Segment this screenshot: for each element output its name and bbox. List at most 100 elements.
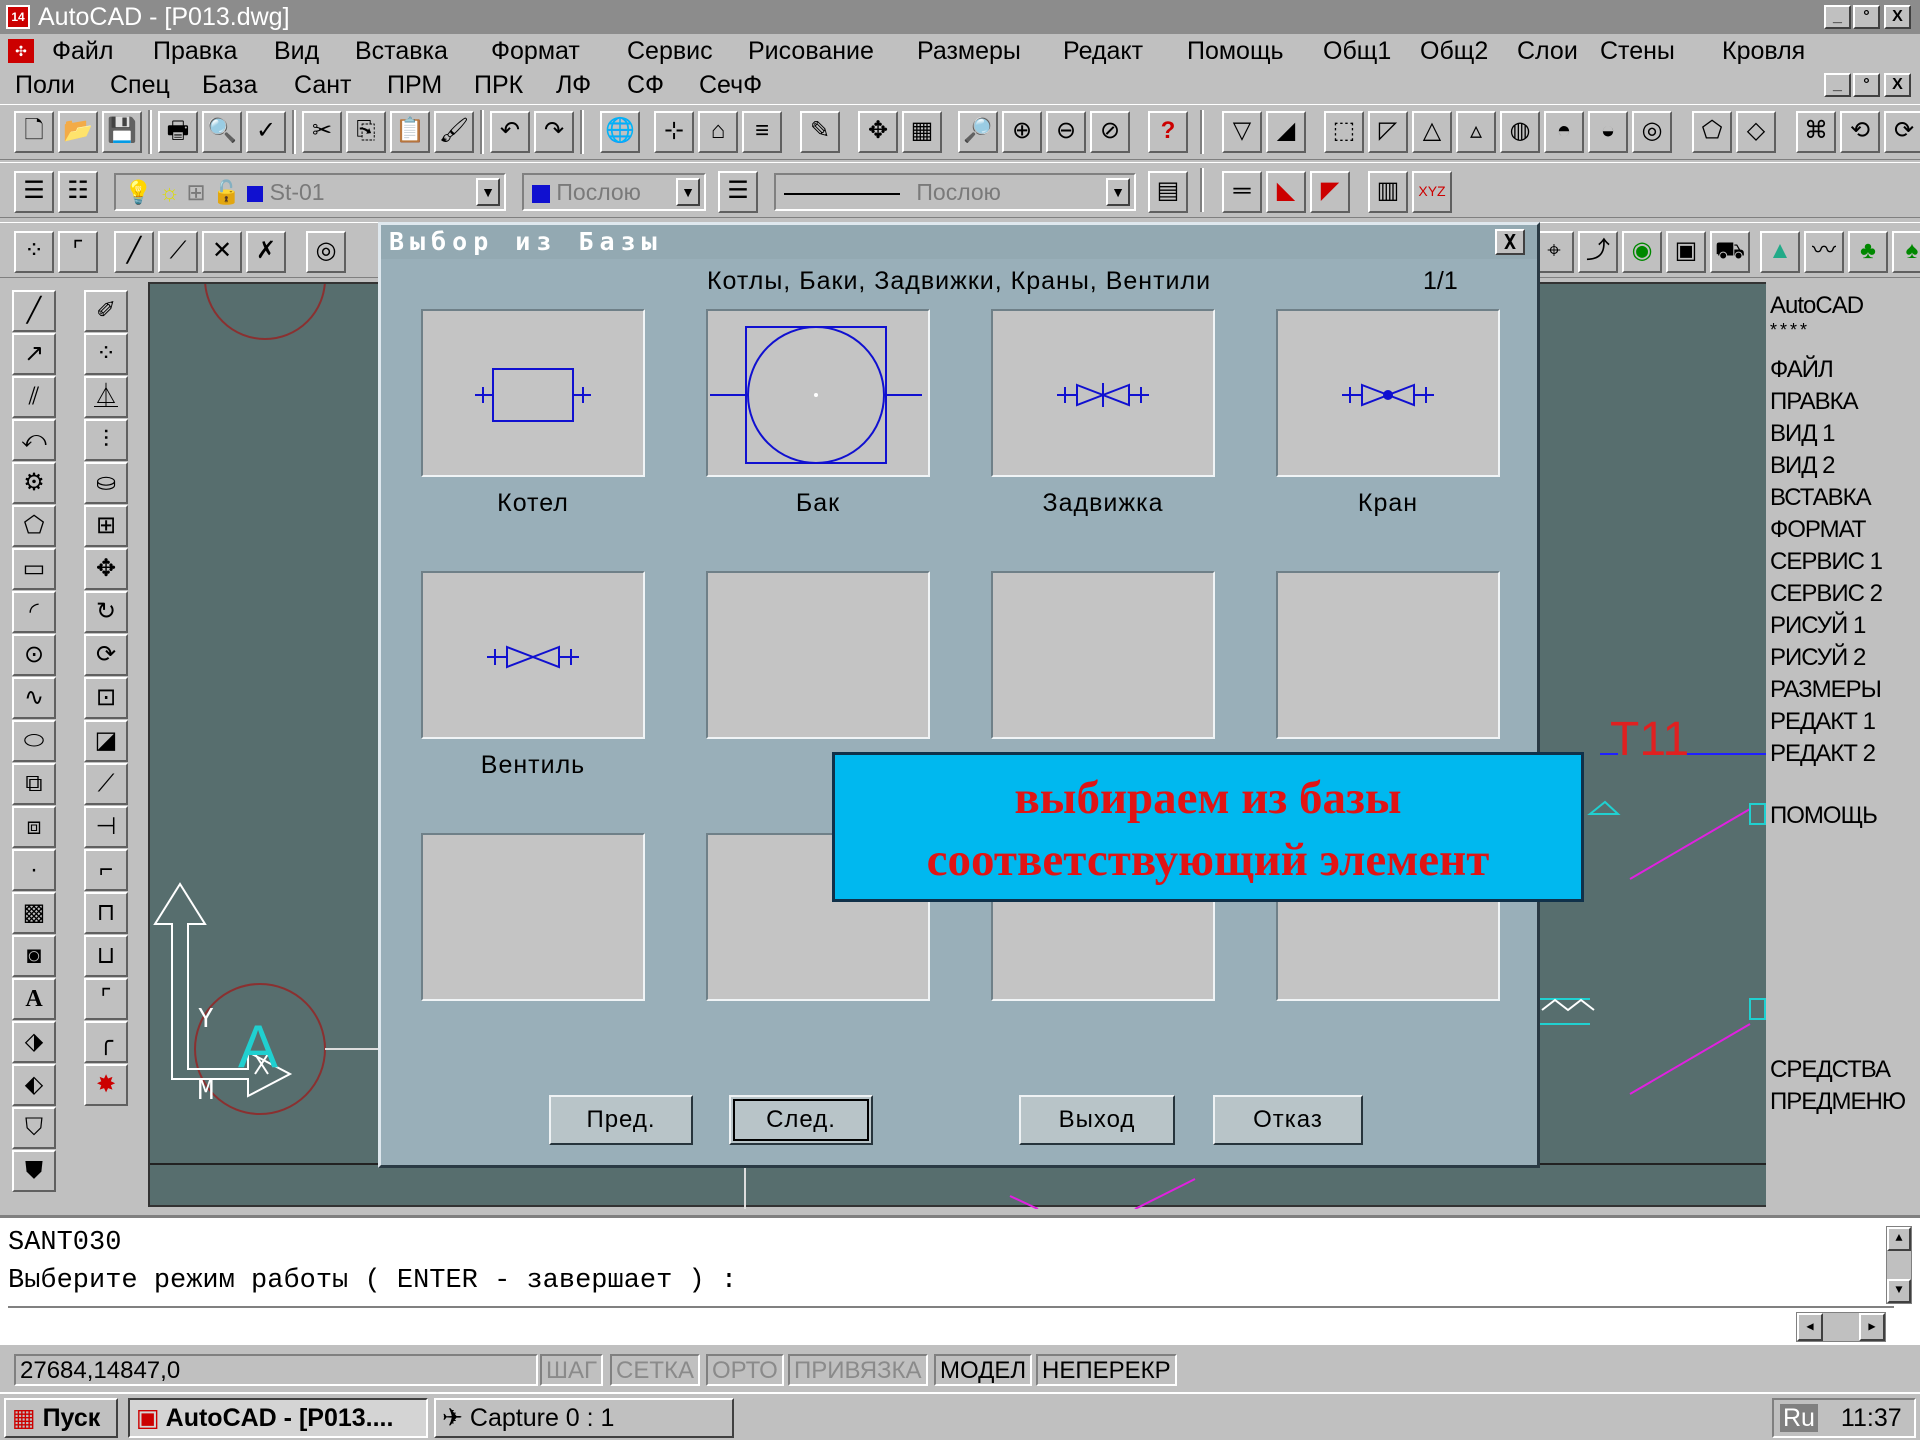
launch-browser-icon[interactable]: 🌐 <box>600 111 640 153</box>
scroll-right-icon[interactable]: ▶ <box>1859 1313 1885 1341</box>
wedge-icon[interactable]: ◸ <box>1368 111 1408 153</box>
scroll-up-icon[interactable]: ▲ <box>1887 1227 1911 1251</box>
screen-menu-item[interactable]: ВИД 1 <box>1770 420 1836 448</box>
menu-roof[interactable]: Кровля <box>1722 34 1805 68</box>
screen-menu-item[interactable]: ФОРМАТ <box>1770 516 1866 544</box>
torus-icon[interactable]: ◎ <box>1632 111 1672 153</box>
snap-tool-d-icon[interactable]: ▣ <box>1666 231 1706 273</box>
linetype-icon[interactable]: ☰ <box>718 171 758 213</box>
apparent-intersection-icon[interactable]: ✗ <box>246 231 286 273</box>
screen-menu-item[interactable]: ВСТАВКА <box>1770 484 1872 512</box>
zoom-previous-icon[interactable]: ⊖ <box>1046 111 1086 153</box>
tree-icon[interactable]: ♣ <box>1848 231 1888 273</box>
ucs-icon[interactable]: ⌂ <box>698 111 738 153</box>
3d-polyline-icon[interactable]: ⚙ <box>12 462 56 504</box>
lengthen-icon[interactable]: ◪ <box>84 720 128 762</box>
arc-icon[interactable]: ◜ <box>12 591 56 633</box>
tile-tank[interactable] <box>706 309 930 477</box>
screen-menu-item[interactable]: РИСУЙ 2 <box>1770 644 1866 672</box>
menu-walls[interactable]: Стены <box>1600 34 1675 68</box>
next-button[interactable]: След. <box>729 1095 873 1145</box>
render-icon[interactable]: ▽ <box>1222 111 1262 153</box>
print-icon[interactable]: 🖶 <box>158 111 198 153</box>
taskbar-autocad[interactable]: ▣ AutoCAD - [P013.... <box>128 1398 428 1438</box>
tracking-icon[interactable]: ⁘ <box>14 231 54 273</box>
menu-draw[interactable]: Рисование <box>748 34 874 68</box>
doc-minimize-button[interactable]: _ <box>1824 73 1851 97</box>
command-line[interactable]: SANT030 Выберите режим работы ( ENTER - … <box>0 1215 1920 1345</box>
cone-icon[interactable]: ▵ <box>1456 111 1496 153</box>
autocad-app-icon[interactable]: 14 <box>6 5 30 29</box>
solid-3d-icon[interactable]: ⬠ <box>1692 111 1732 153</box>
menu-base[interactable]: База <box>202 68 257 102</box>
menu-sant[interactable]: Сант <box>294 68 352 102</box>
doc-close-button[interactable]: X <box>1884 73 1911 97</box>
tile-boiler[interactable] <box>421 309 645 477</box>
fill-icon[interactable]: ◤ <box>1310 171 1350 213</box>
new-icon[interactable]: 🗋 <box>14 111 54 153</box>
menu-prm[interactable]: ПРМ <box>387 68 442 102</box>
close-button[interactable]: X <box>1884 5 1911 29</box>
tree-2-icon[interactable]: ♠ <box>1892 231 1920 273</box>
screen-menu-item[interactable]: AutoCAD <box>1770 292 1864 320</box>
chevron-down-icon[interactable]: ▼ <box>476 178 500 206</box>
circle-icon[interactable]: ⊙ <box>12 634 56 676</box>
ellipse-icon[interactable]: ⬭ <box>12 720 56 762</box>
scale-icon[interactable]: ⟳ <box>84 634 128 676</box>
redo-icon[interactable]: ↷ <box>534 111 574 153</box>
aerial-view-icon[interactable]: ▦ <box>902 111 942 153</box>
snap-icon[interactable]: ⊹ <box>654 111 694 153</box>
language-indicator[interactable]: Ru <box>1780 1404 1818 1432</box>
screen-menu-item[interactable]: РИСУЙ 1 <box>1770 612 1866 640</box>
surface-icon[interactable]: ◇ <box>1736 111 1776 153</box>
taskbar-capture[interactable]: ✈ Capture 0 : 1 <box>434 1398 734 1438</box>
screen-menu-item[interactable]: РЕДАКТ 1 <box>1770 708 1876 736</box>
tile-cock-valve[interactable] <box>1276 309 1500 477</box>
ray-icon[interactable]: ↗ <box>12 333 56 375</box>
line-icon[interactable]: ╱ <box>12 290 56 332</box>
tile-empty[interactable] <box>421 833 645 1001</box>
menu-modify[interactable]: Редакт <box>1063 34 1143 68</box>
screen-menu-item[interactable]: РАЗМЕРЫ <box>1770 676 1882 704</box>
scroll-down-icon[interactable]: ▼ <box>1887 1279 1911 1303</box>
screen-menu-item[interactable]: * * * * <box>1770 320 1807 341</box>
center-icon[interactable]: ◎ <box>306 231 346 273</box>
explode-icon[interactable]: ✸ <box>84 1064 128 1106</box>
rectangle-icon[interactable]: ▭ <box>12 548 56 590</box>
exit-button[interactable]: Выход <box>1019 1095 1175 1145</box>
dim-linear-icon[interactable]: ═ <box>1222 171 1262 213</box>
box-icon[interactable]: ⬚ <box>1324 111 1364 153</box>
dialog-close-button[interactable]: X <box>1495 229 1525 255</box>
terrain-icon[interactable]: 〰 <box>1804 231 1844 273</box>
menu-sf[interactable]: СФ <box>627 68 664 102</box>
menu-dimension[interactable]: Размеры <box>917 34 1021 68</box>
prev-button[interactable]: Пред. <box>549 1095 693 1145</box>
save-icon[interactable]: 💾 <box>102 111 142 153</box>
menu-format[interactable]: Формат <box>491 34 580 68</box>
screen-menu-item[interactable]: ВИД 2 <box>1770 452 1836 480</box>
spell-icon[interactable]: ✓ <box>246 111 286 153</box>
menu-sechf[interactable]: СечФ <box>699 68 762 102</box>
redraw-icon[interactable]: ✎ <box>800 111 840 153</box>
make-block-icon[interactable]: ⧈ <box>12 806 56 848</box>
intersection-icon[interactable]: ✕ <box>202 231 242 273</box>
mirror-icon[interactable]: ⏅ <box>84 376 128 418</box>
doc-maximize-button[interactable]: ° <box>1853 73 1880 97</box>
tile-stop-valve[interactable] <box>421 571 645 739</box>
tilemode-toggle[interactable]: НЕПЕРЕКР <box>1036 1354 1177 1386</box>
break-icon[interactable]: ⌐ <box>84 849 128 891</box>
from-icon[interactable]: ⌜ <box>58 231 98 273</box>
xyz-icon[interactable]: XYZ <box>1412 171 1452 213</box>
snap-tool-e-icon[interactable]: ⛟ <box>1710 231 1750 273</box>
grid-array-icon[interactable]: ⊞ <box>84 505 128 547</box>
mesh-icon[interactable]: ⌘ <box>1796 111 1836 153</box>
properties-icon[interactable]: ▤ <box>1148 171 1188 213</box>
zoom-all-icon[interactable]: ⊘ <box>1090 111 1130 153</box>
tile-empty[interactable] <box>991 571 1215 739</box>
chevron-down-icon[interactable]: ▼ <box>1106 178 1130 206</box>
screen-menu-item[interactable]: ФАЙЛ <box>1770 356 1834 384</box>
coordinate-readout[interactable]: 27684,14847,0 <box>14 1354 538 1386</box>
model-space-toggle[interactable]: МОДЕЛ <box>934 1354 1033 1386</box>
mtext-icon[interactable]: A <box>12 978 56 1020</box>
move-icon[interactable]: ✥ <box>84 548 128 590</box>
